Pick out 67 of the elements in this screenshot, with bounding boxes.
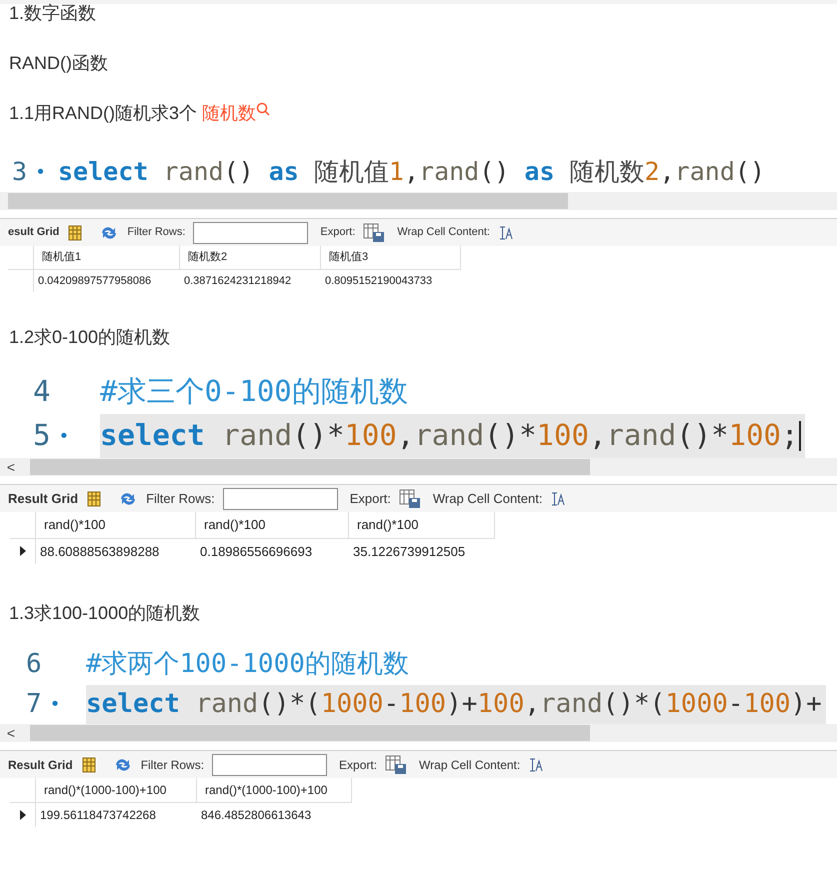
export-label: Export: [339, 756, 378, 774]
export-icon[interactable] [385, 754, 408, 774]
table-cell-text: 846.4852806613643 [200, 807, 312, 824]
filter-label: Filter Rows: [140, 756, 204, 774]
column-header[interactable]: 随机数2 [180, 246, 321, 268]
code-line: #求两个100-1000的随机数 [86, 648, 410, 680]
table-cell-text: 0.3871624231218942 [183, 274, 292, 288]
table-row[interactable]: 0.04209897577958086 0.3871624231218942 0.8095152190043733 [8, 270, 461, 292]
filter-field[interactable] [193, 222, 308, 244]
table-cell-text: 0.8095152190043733 [324, 274, 434, 288]
grid-layout-icon[interactable] [86, 490, 102, 506]
export-icon[interactable] [398, 488, 421, 508]
table-row[interactable]: 88.60888563898288 0.18986556696693 35.1226739912505 [10, 538, 495, 564]
result-grid-tab[interactable]: Result Grid [8, 756, 73, 774]
scroll-left-button[interactable]: < [0, 722, 22, 744]
code-line: #求三个0-100的随机数 [100, 373, 409, 410]
result-grid-tab[interactable]: esult Grid [8, 224, 60, 241]
scroll-left-button[interactable]: < [0, 456, 22, 478]
statement-marker: • [50, 692, 60, 716]
column-header[interactable]: rand()*100 [349, 512, 495, 538]
column-header[interactable]: rand()*100 [196, 512, 349, 538]
horizontal-scrollbar[interactable] [30, 459, 590, 475]
export-label: Export: [350, 490, 391, 508]
paragraph-text: RAND()函数 [9, 52, 108, 75]
code-line: select rand() as 随机值1,rand() as 随机数2,rand() [58, 156, 766, 188]
wrap-text-icon[interactable] [498, 224, 514, 240]
wrap-cell-label: Wrap Cell Content: [432, 490, 542, 508]
filter-field[interactable] [212, 754, 328, 776]
column-header[interactable]: rand()*100 [36, 512, 196, 538]
statement-marker: • [35, 160, 46, 184]
wrap-cell-label: Wrap Cell Content: [397, 225, 490, 240]
line-number: 4 [33, 373, 50, 410]
table-cell-text: 0.04209897577958086 [37, 274, 152, 288]
wrap-text-icon[interactable] [550, 490, 566, 506]
table-cell-text: 0.18986556696693 [199, 542, 314, 560]
paragraph-text: 1.2求0-100的随机数 [9, 326, 170, 348]
export-icon[interactable] [363, 222, 386, 242]
wrap-text-icon[interactable] [528, 756, 544, 772]
column-header[interactable]: rand()*(1000-100)+100 [36, 778, 197, 802]
line-number: 7 [26, 688, 42, 720]
column-header[interactable]: rand()*(1000-100)+100 [197, 778, 352, 802]
row-pointer-icon [18, 546, 26, 556]
line-number: 5 [33, 417, 50, 454]
filter-label: Filter Rows: [127, 225, 186, 240]
export-label: Export: [320, 225, 356, 240]
column-header[interactable]: 随机值3 [321, 246, 461, 268]
row-pointer-icon [18, 810, 26, 820]
paragraph-text: 1.数字函数 [9, 2, 96, 24]
paragraph-text: 1.1用RAND()随机求3个 [9, 102, 198, 125]
wrap-cell-label: Wrap Cell Content: [419, 756, 520, 774]
text-cursor [798, 421, 800, 451]
column-header[interactable]: 随机值1 [34, 246, 180, 268]
grid-layout-icon[interactable] [67, 224, 84, 240]
line-number: 6 [26, 648, 42, 680]
search-icon [256, 102, 270, 116]
table-cell-text: 88.60888563898288 [39, 542, 160, 560]
grid-layout-icon[interactable] [80, 756, 97, 772]
table-cell-text: 199.56118473742268 [39, 807, 157, 824]
horizontal-scrollbar[interactable] [30, 725, 590, 741]
line-number: 3 [12, 156, 28, 188]
table-cell-text: 35.1226739912505 [352, 542, 466, 560]
filter-label: Filter Rows: [146, 490, 215, 508]
statement-marker: • [58, 424, 70, 448]
paragraph-text: 1.3求100-1000的随机数 [9, 602, 200, 624]
horizontal-scrollbar[interactable] [8, 193, 568, 209]
result-grid-tab[interactable]: Result Grid [8, 488, 78, 508]
filter-field[interactable] [222, 488, 338, 510]
